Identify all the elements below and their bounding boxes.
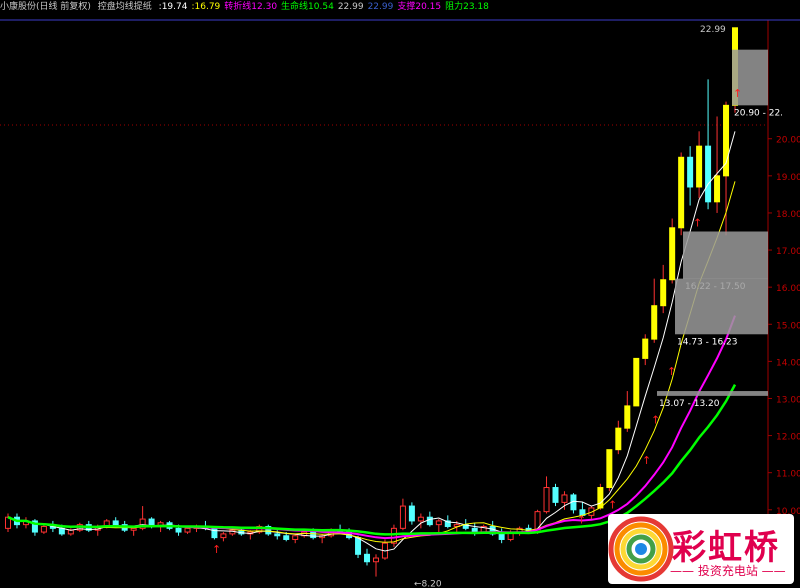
y-tick-label: 15.00 [776,321,800,331]
rainbow-bridge-watermark: 彩虹桥 —— 投资充电站 —— [608,514,794,584]
candle-body [642,338,649,359]
buy-arrow-icon: ↑ [667,365,676,378]
zone-label: 20.90 - 22. [734,108,783,118]
candle-body [633,357,640,407]
candle-body [130,527,137,531]
candle-body [426,516,433,526]
buy-arrow-icon: ↑ [693,217,702,230]
watermark-subtitle: —— 投资充电站 —— [670,564,786,578]
candle-body [408,505,415,522]
ma-yellow-line [7,181,736,543]
buy-arrow-icon: ↑ [733,87,742,100]
candle-body [696,145,703,188]
zone-label: 13.07 - 13.20 [659,399,720,409]
candle-body [561,494,568,503]
candle-body [274,533,281,537]
y-tick-label: 12.00 [776,433,800,443]
rainbow-logo-icon [608,516,674,582]
candle-body [58,527,65,535]
zone-label: 14.73 - 16.23 [677,337,738,347]
candle-body [435,520,442,526]
y-tick-label: 20.00 [776,136,800,146]
buy-arrow-icon: ↑ [642,454,651,467]
indicator-values: :19.74:16.79 转折线12.30 生命线10.54 22.99 22.99 支撑… [159,2,493,12]
indicator-value: 转折线12.30 [224,2,278,12]
candle-body [714,175,721,203]
resistance-zone [683,231,768,279]
candle-body [310,531,317,539]
candle-body [624,405,631,429]
buy-arrow-icon: ↑ [651,413,660,426]
candlestick-chart[interactable]: 20.00 19.00 18.00 17.00 16.00 15.00 14.00 13.00… [0,0,800,588]
ma-white-line [7,131,736,552]
candle-body [364,553,371,563]
candle-body [40,525,47,533]
candle-body [67,529,74,535]
candle-body [705,145,712,203]
candle-body [543,487,550,513]
y-tick-label: 17.00 [776,247,800,257]
candle-body [597,487,604,509]
candle-body [678,156,685,229]
y-tick-label: 14.00 [776,358,800,368]
y-tick-label: 18.00 [776,210,800,220]
candle-body [417,516,424,522]
indicator-name[interactable]: 控盘均线提纸 [98,2,152,12]
last-price-label: 22.99 [700,25,726,35]
resistance-zone [675,278,768,335]
candle-body [372,557,379,563]
buy-arrow-icon: ↑ [577,514,586,527]
y-tick-label: 13.00 [776,395,800,405]
stock-name[interactable]: 小康股份(日线 前复权) [0,2,91,12]
low-price-label: ←8.20 [414,580,442,588]
resistance-zone [657,391,768,396]
candle-body [292,535,299,540]
indicator-value: 阻力23.18 [445,2,489,12]
indicator-value: 支撑20.15 [397,2,442,12]
candle-body [220,533,227,539]
chart-header: 小康股份(日线 前复权) 控盘均线提纸 :19.74:16.79 转折线12.30… [0,0,800,16]
buy-arrow-icon: ↑ [608,499,617,512]
y-tick-label: 11.00 [776,470,800,480]
candle-body [498,533,505,540]
candle-body [175,527,182,533]
buy-arrow-icon: ↑ [212,543,221,556]
candle-body [606,449,613,489]
indicator-value: 22.99 [367,2,394,12]
candle-body [660,279,667,307]
y-tick-label: 16.00 [776,284,800,294]
candle-body [399,505,406,529]
indicator-value: :19.74 [158,2,188,12]
candle-body [355,537,362,555]
candle-body [184,527,191,533]
candle-body [552,487,559,503]
candle-body [651,305,658,340]
candle-body [283,535,290,540]
candle-body [669,227,676,281]
indicator-value: 生命线10.54 [281,2,334,12]
candle-body [112,520,119,526]
candle-body [687,156,694,188]
indicator-value: :16.79 [191,2,221,12]
candle-body [471,527,478,533]
candle-body [615,427,622,451]
indicator-value: 22.99 [337,2,364,12]
y-tick-label: 19.00 [776,173,800,183]
